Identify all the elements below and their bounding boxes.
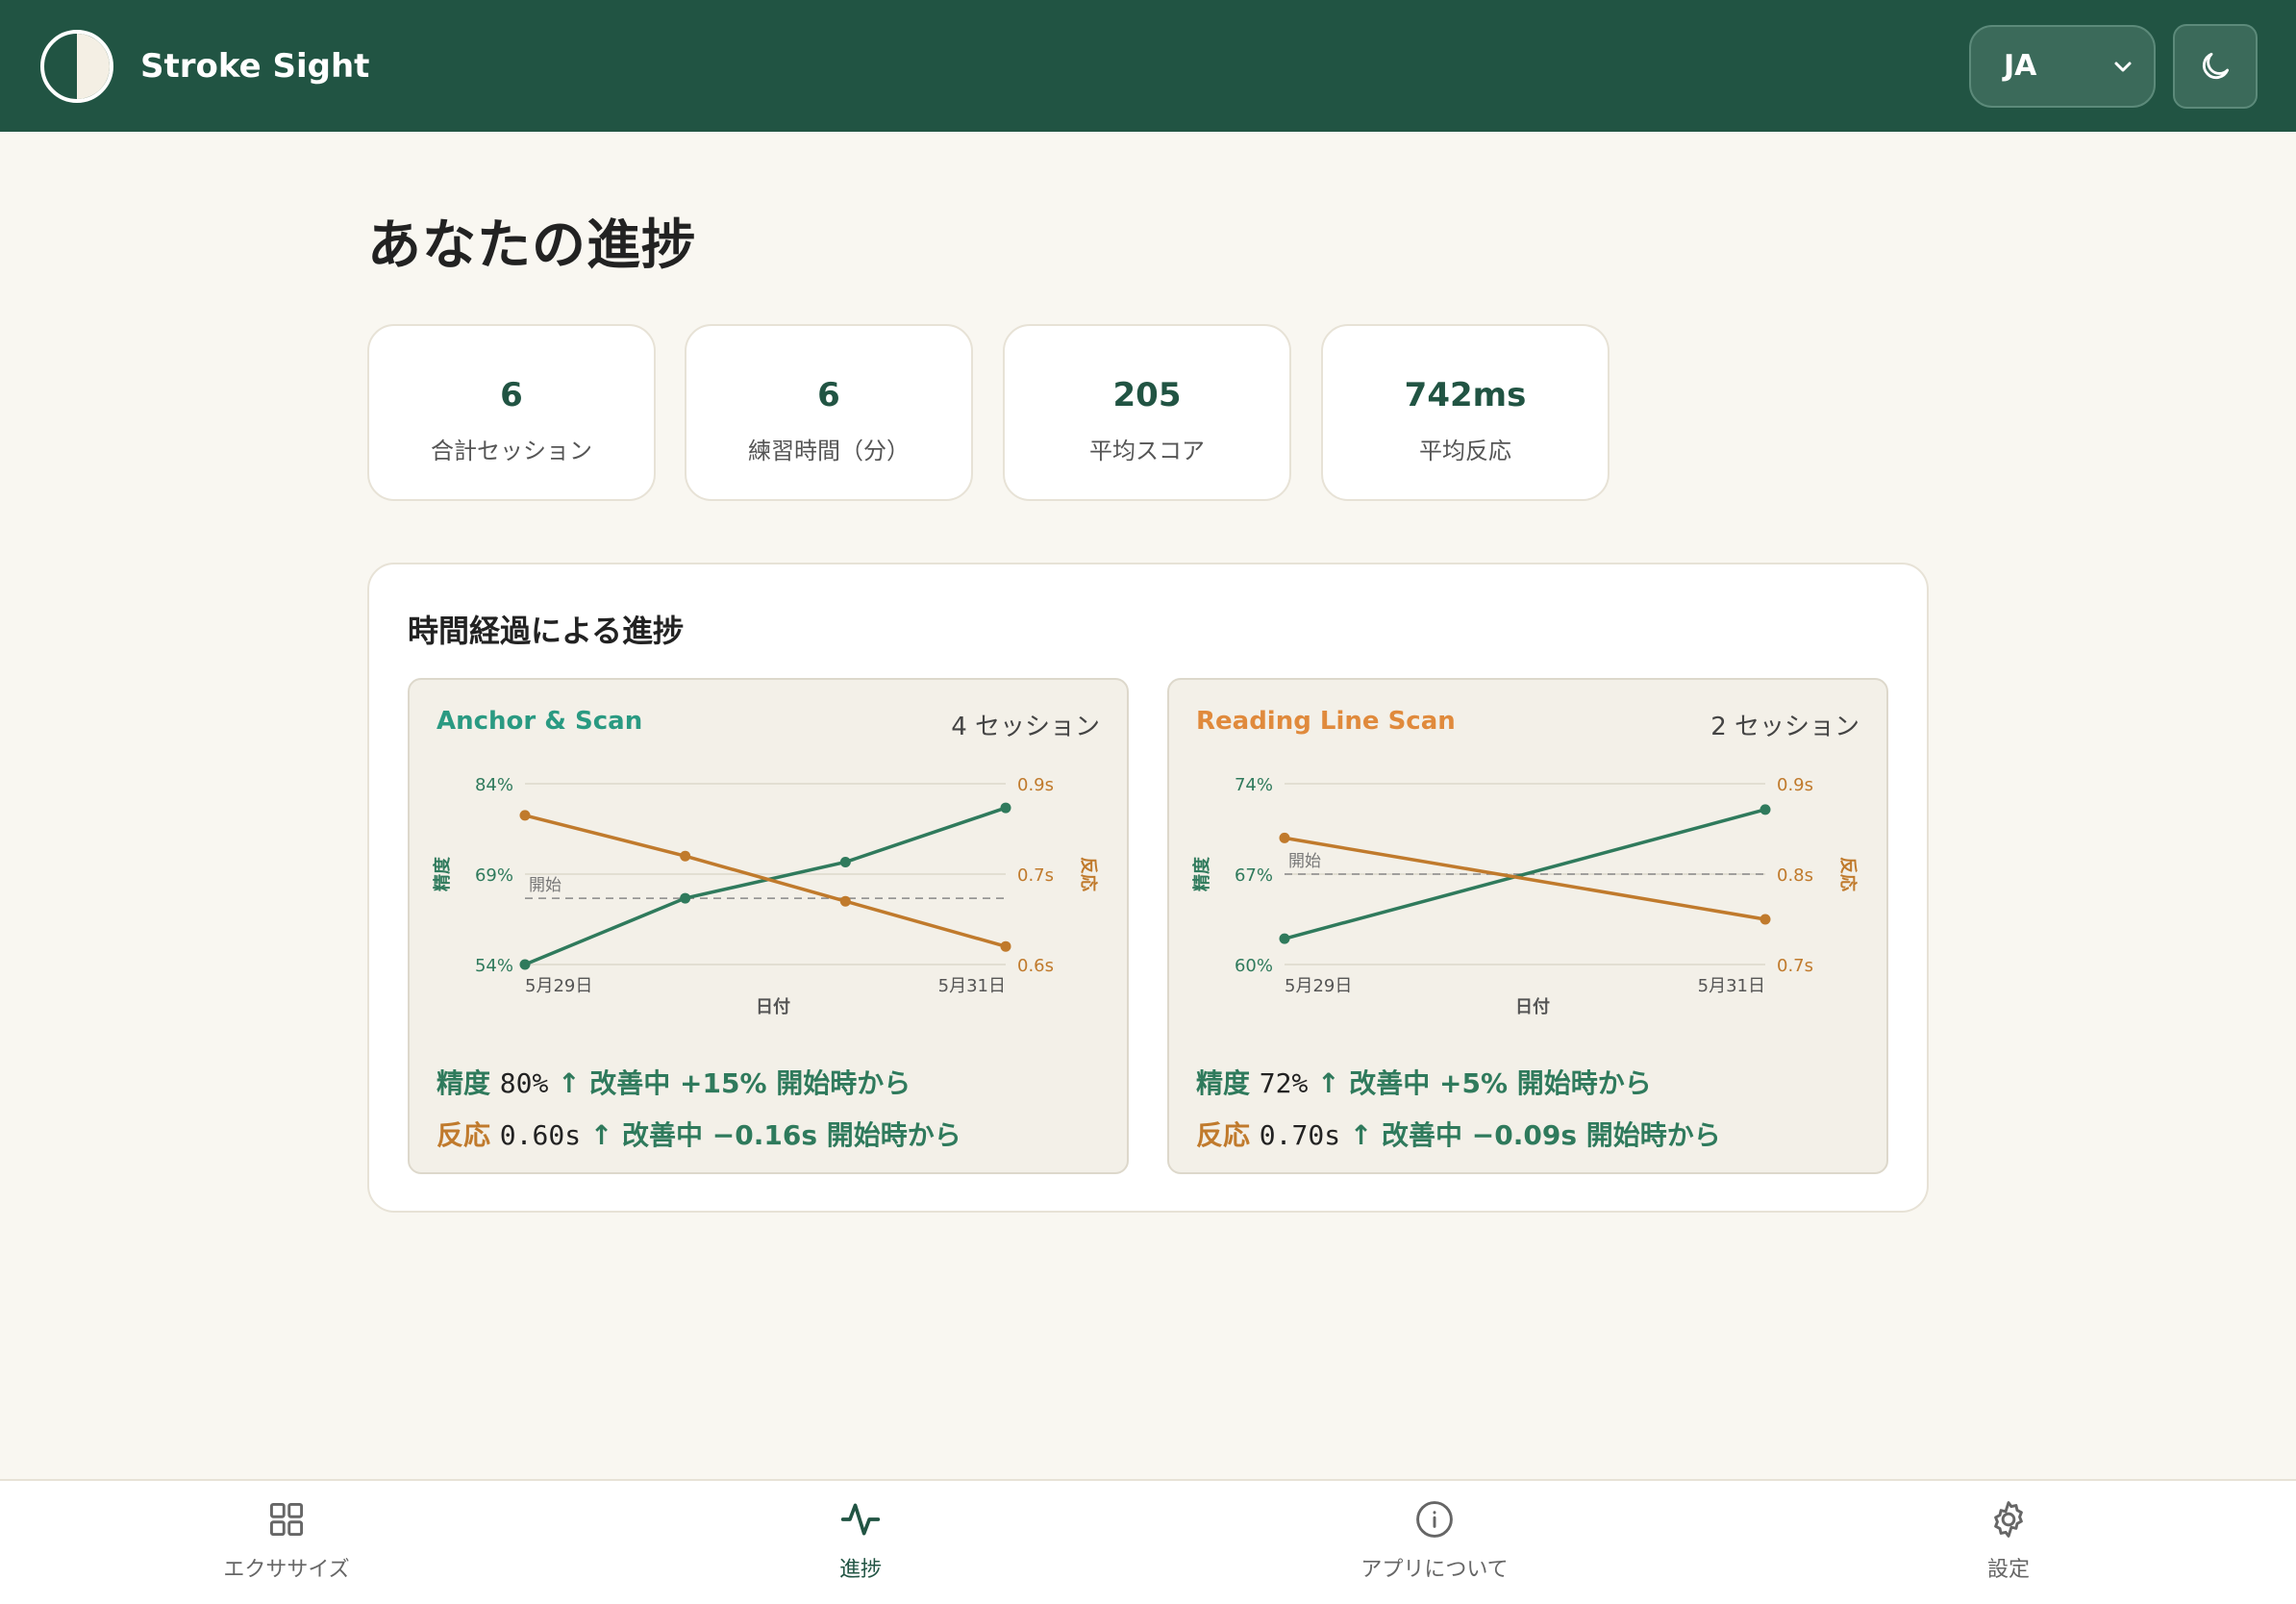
app-header: Stroke Sight JA xyxy=(0,0,2296,132)
stat-label: 合計セッション xyxy=(431,438,592,464)
reaction-value: 0.60s xyxy=(499,1119,582,1151)
stat-label: 平均スコア xyxy=(1089,438,1205,464)
y-left-tick-label: 74% xyxy=(1235,775,1273,795)
progress-chart: 74%67%60%0.9s0.8s0.7s精度反応開始5月29日5月31日日付精… xyxy=(1191,775,1859,1017)
baseline-label: 開始 xyxy=(1288,852,1321,871)
chevron-down-icon xyxy=(2114,62,2132,71)
exercise-card-reading-line-scan: Reading Line Scan 2 セッション 74% 67% 60% 0.9s 0… xyxy=(1167,678,1888,1174)
stat-label: 平均反応 xyxy=(1419,438,1511,464)
stat-value: 6 xyxy=(817,376,840,414)
nav-settings[interactable]: 設定 xyxy=(1893,1498,2124,1583)
accuracy-series-line xyxy=(524,806,1007,966)
activity-icon xyxy=(840,1503,881,1536)
accuracy-trend: ↑ 改善中 +5% 開始時から xyxy=(1317,1067,1652,1099)
accuracy-trend: ↑ 改善中 +15% 開始時から xyxy=(558,1067,911,1099)
progress-chart: 84%69%54%0.9s0.7s0.6s精度反応開始5月29日5月31日日付精… xyxy=(432,775,1099,1017)
reaction-data-point xyxy=(1279,832,1290,843)
exercise-sessions: 2 セッション xyxy=(1710,713,1859,741)
nav-exercises[interactable]: エクササイズ xyxy=(171,1498,402,1583)
accuracy-data-point xyxy=(680,892,691,904)
reaction-trend: ↑ 改善中 −0.09s 開始時から xyxy=(1349,1119,1721,1151)
accuracy-data-point xyxy=(1759,804,1771,815)
stat-value: 6 xyxy=(500,376,523,414)
exercise-card-anchor-scan: Anchor & Scan 4 セッション 84% 69% 54% 0.9s 0.7s 0… xyxy=(408,678,1129,1174)
y-left-tick-label: 54% xyxy=(475,956,513,976)
stat-label: 練習時間（分） xyxy=(748,438,910,464)
reaction-data-point xyxy=(680,850,691,862)
x-axis-title: 日付 xyxy=(1515,996,1550,1017)
accuracy-summary: 精度 72% ↑ 改善中 +5% 開始時から xyxy=(1196,1063,1652,1101)
stat-average-score: 205 平均スコア xyxy=(1003,324,1291,501)
nav-progress[interactable]: 進捗 xyxy=(745,1498,976,1583)
section-title: 時間経過による進捗 xyxy=(408,613,685,649)
stat-practice-minutes: 6 練習時間（分） xyxy=(685,324,973,501)
nav-about[interactable]: アプリについて xyxy=(1319,1498,1550,1583)
nav-label: エクササイズ xyxy=(223,1558,350,1582)
y-right-tick-label: 0.9s xyxy=(1777,775,1813,795)
language-value: JA xyxy=(2004,49,2037,83)
y-left-tick-label: 69% xyxy=(475,865,513,886)
info-icon xyxy=(1416,1501,1453,1538)
moon-icon xyxy=(2202,52,2230,79)
accuracy-label: 精度 xyxy=(437,1067,491,1099)
gear-icon xyxy=(1994,1501,2023,1538)
accuracy-value: 80% xyxy=(499,1067,549,1099)
y-right-axis-title: 反応 xyxy=(1078,857,1099,891)
accuracy-data-point xyxy=(519,959,531,970)
x-tick-label: 5月31日 xyxy=(938,976,1006,996)
y-right-tick-label: 0.6s xyxy=(1017,956,1054,976)
accuracy-label: 精度 xyxy=(1196,1067,1251,1099)
page-title: あなたの進捗 xyxy=(367,214,696,277)
logo-icon xyxy=(40,29,113,103)
y-left-axis-title: 精度 xyxy=(1191,856,1212,891)
y-left-axis-title: 精度 xyxy=(432,856,453,891)
y-right-tick-label: 0.7s xyxy=(1777,956,1813,976)
reaction-data-point xyxy=(1759,914,1771,925)
accuracy-data-point xyxy=(1279,933,1290,944)
stat-value: 205 xyxy=(1112,376,1182,414)
y-left-tick-label: 67% xyxy=(1235,865,1273,886)
reaction-label: 反応 xyxy=(437,1119,491,1151)
grid-icon xyxy=(269,1502,304,1537)
stat-total-sessions: 6 合計セッション xyxy=(367,324,656,501)
nav-label: 進捗 xyxy=(838,1558,882,1582)
x-tick-label: 5月29日 xyxy=(525,976,592,996)
exercise-sessions: 4 セッション xyxy=(951,713,1100,741)
reaction-value: 0.70s xyxy=(1259,1119,1341,1151)
nav-label: 設定 xyxy=(1986,1558,2030,1582)
accuracy-data-point xyxy=(1000,802,1011,814)
reaction-data-point xyxy=(839,895,851,907)
theme-toggle-button[interactable] xyxy=(2173,23,2258,109)
bottom-navigation: エクササイズ 進捗 アプリについて 設定 xyxy=(0,1479,2296,1604)
accuracy-summary: 精度 80% ↑ 改善中 +15% 開始時から xyxy=(437,1063,911,1101)
y-left-tick-label: 84% xyxy=(475,775,513,795)
reaction-summary: 反応 0.60s ↑ 改善中 −0.16s 開始時から xyxy=(437,1115,961,1153)
x-axis-title: 日付 xyxy=(756,996,790,1017)
brand[interactable]: Stroke Sight xyxy=(40,29,370,103)
y-right-tick-label: 0.7s xyxy=(1017,865,1054,886)
app-name: Stroke Sight xyxy=(140,46,370,86)
reaction-data-point xyxy=(1000,940,1011,952)
reaction-trend: ↑ 改善中 −0.16s 開始時から xyxy=(589,1119,961,1151)
language-select[interactable]: JA xyxy=(1969,24,2156,108)
x-tick-label: 5月31日 xyxy=(1698,976,1765,996)
y-left-tick-label: 60% xyxy=(1235,956,1273,976)
nav-label: アプリについて xyxy=(1360,1558,1509,1582)
exercise-name: Reading Line Scan xyxy=(1196,707,1456,736)
reaction-summary: 反応 0.70s ↑ 改善中 −0.09s 開始時から xyxy=(1196,1115,1721,1153)
exercise-name: Anchor & Scan xyxy=(437,707,643,736)
y-right-tick-label: 0.9s xyxy=(1017,775,1054,795)
y-right-tick-label: 0.8s xyxy=(1777,865,1813,886)
accuracy-value: 72% xyxy=(1259,1067,1309,1099)
baseline-label: 開始 xyxy=(529,876,562,895)
stat-value: 742ms xyxy=(1404,376,1527,414)
accuracy-data-point xyxy=(839,856,851,867)
x-tick-label: 5月29日 xyxy=(1285,976,1352,996)
stat-average-reaction: 742ms 平均反応 xyxy=(1321,324,1610,501)
reaction-data-point xyxy=(519,810,531,821)
y-right-axis-title: 反応 xyxy=(1837,857,1859,891)
reaction-series-line xyxy=(1284,836,1766,921)
progress-over-time-card: 時間経過による進捗 Anchor & Scan 4 セッション 84% 69% 54… xyxy=(367,563,1929,1213)
reaction-label: 反応 xyxy=(1196,1119,1251,1151)
